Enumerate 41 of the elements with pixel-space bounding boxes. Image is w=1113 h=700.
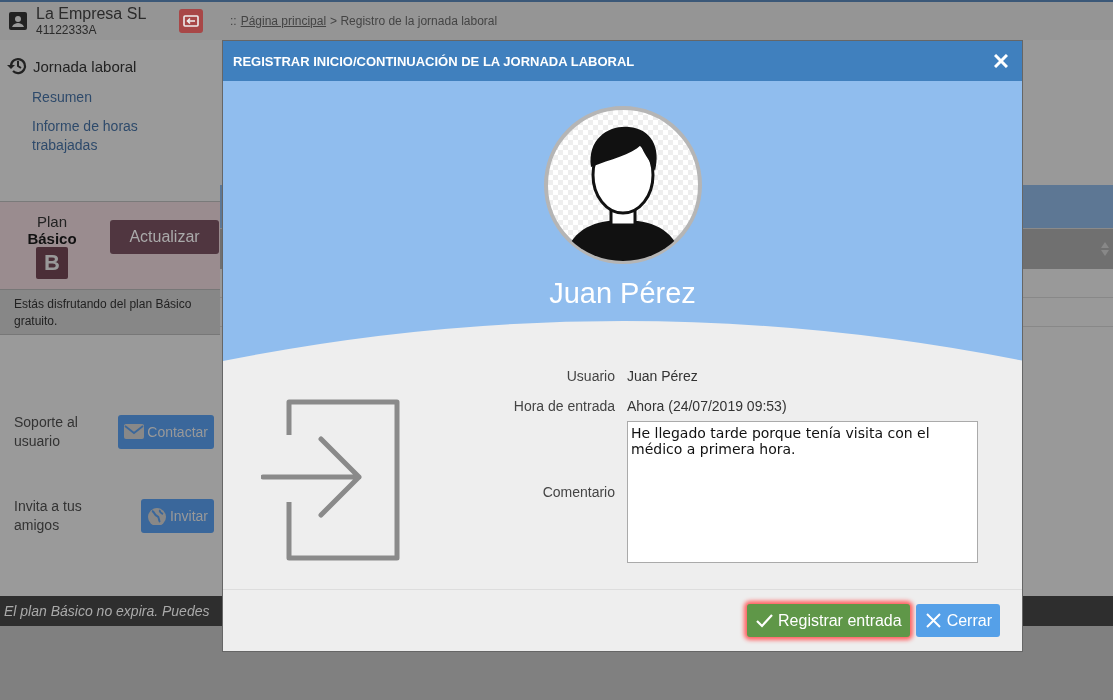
breadcrumb-separator: ::	[230, 14, 237, 28]
sidebar-link[interactable]: Resumen	[32, 88, 182, 107]
dialog-title: REGISTRAR INICIO/CONTINUACIÓN DE LA JORNADA LABORAL	[233, 53, 635, 69]
globe-icon	[146, 507, 167, 525]
field-label: Usuario	[565, 368, 616, 384]
field-label: Hora de entrada	[512, 398, 616, 414]
company-id: 41122333A	[36, 23, 98, 37]
close-icon	[923, 612, 943, 629]
close-button[interactable]	[992, 52, 1010, 70]
invite-button[interactable]: Invitar	[140, 499, 214, 533]
field-label: Comentario	[541, 484, 616, 500]
sign-in-icon	[261, 399, 401, 561]
breadcrumb-current: > Registro de la jornada laboral	[330, 14, 498, 28]
field-value: Ahora (24/07/2019 09:53)	[627, 398, 787, 414]
comment-field[interactable]: He llegado tarde porque tenía visita con el médico a primera hora.	[627, 421, 978, 563]
contact-button[interactable]: Contactar	[118, 415, 214, 449]
user-name: Juan Pérez	[549, 277, 696, 310]
field-value: Juan Pérez	[627, 368, 698, 384]
envelope-icon	[124, 423, 145, 441]
history-icon	[6, 56, 28, 76]
close-dialog-button[interactable]: Cerrar	[915, 604, 1000, 637]
action-label: Soporte al usuario	[14, 413, 79, 451]
sort-icon	[1101, 242, 1109, 256]
upgrade-button[interactable]: Actualizar	[110, 219, 219, 254]
check-icon	[755, 612, 775, 629]
company-name: La Empresa SL	[36, 5, 148, 23]
section-title: Jornada laboral	[33, 57, 137, 75]
notice-text: El plan Básico no expira. Puedes	[4, 603, 210, 619]
plan-label: Plan	[37, 212, 67, 230]
logout-button[interactable]	[179, 9, 203, 33]
action-label: Invita a tus amigos	[14, 497, 83, 535]
close-icon	[994, 54, 1008, 68]
plan-name: Básico	[27, 229, 77, 247]
avatar-icon	[542, 105, 703, 265]
register-button[interactable]: Registrar entrada	[747, 604, 910, 637]
exit-icon	[183, 15, 199, 27]
plan-badge: B	[36, 246, 68, 279]
sidebar-link[interactable]: Informe de horas trabajadas	[32, 117, 182, 155]
breadcrumb-link[interactable]: Página principal	[240, 14, 327, 28]
user-icon	[9, 12, 27, 30]
plan-note: Estás disfrutando del plan Básico gratuito.	[14, 296, 193, 330]
